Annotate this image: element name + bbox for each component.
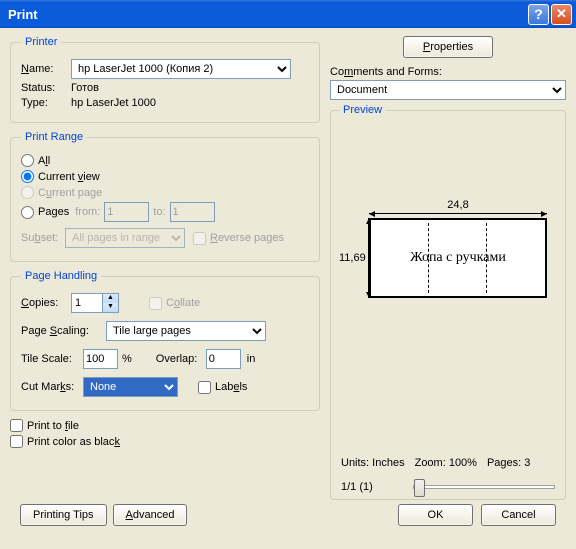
properties-button[interactable]: Properties	[403, 36, 493, 58]
page-handling-group: Page Handling Copies: ▲▼ Collate Page Sc…	[10, 270, 320, 411]
overlap-unit: in	[247, 353, 256, 365]
subset-select: All pages in range	[65, 228, 185, 248]
percent-label: %	[122, 353, 132, 365]
titlebar: Print ? ✕	[0, 0, 576, 28]
spinner-up-icon[interactable]: ▲	[103, 294, 118, 303]
overlap-input[interactable]	[206, 349, 241, 369]
collate-checkbox	[149, 297, 162, 310]
preview-page: Жопа с ручками	[369, 218, 547, 298]
ok-button[interactable]: OK	[398, 504, 473, 526]
comments-label: Comments and Forms:	[330, 66, 566, 78]
current-page-radio	[21, 186, 34, 199]
type-value: hp LaserJet 1000	[71, 97, 156, 109]
print-black-label: Print color as black	[27, 436, 120, 448]
from-input	[104, 202, 149, 222]
help-button[interactable]: ?	[528, 4, 549, 25]
collate-label: Collate	[166, 297, 200, 309]
page-counter: 1/1 (1)	[341, 481, 373, 493]
range-legend: Print Range	[21, 131, 87, 143]
handling-legend: Page Handling	[21, 270, 101, 282]
cut-marks-select[interactable]: None	[83, 377, 178, 397]
current-page-label: Current page	[38, 187, 102, 199]
tile-scale-label: Tile Scale:	[21, 353, 83, 365]
page-slider[interactable]	[413, 485, 555, 489]
copies-input[interactable]	[72, 295, 102, 311]
cut-marks-label: Cut Marks:	[21, 381, 83, 393]
print-range-group: Print Range All Current view Current pag…	[10, 131, 320, 262]
comments-select[interactable]: Document	[330, 80, 566, 100]
current-view-label: Current view	[38, 171, 100, 183]
all-radio[interactable]	[21, 154, 34, 167]
name-label: Name:	[21, 63, 71, 75]
print-to-file-label: Print to file	[27, 420, 79, 432]
reverse-checkbox	[193, 232, 206, 245]
units-label: Units: Inches	[341, 457, 405, 469]
all-label: All	[38, 155, 50, 167]
status-value: Готов	[71, 82, 99, 94]
printer-group: Printer Name: hp LaserJet 1000 (Копия 2)…	[10, 36, 320, 123]
scaling-select[interactable]: Tile large pages	[106, 321, 266, 341]
pages-radio[interactable]	[21, 206, 34, 219]
copies-spinner[interactable]: ▲▼	[71, 293, 119, 313]
tile-line-icon	[428, 223, 429, 293]
tile-scale-input[interactable]	[83, 349, 118, 369]
preview-diagram: 24,8 11,69 Жопа с ручками	[369, 199, 547, 298]
labels-label: Labels	[215, 381, 247, 393]
advanced-button[interactable]: Advanced	[113, 504, 188, 526]
pages-label: Pages	[38, 206, 69, 218]
zoom-label: Zoom: 100%	[415, 457, 477, 469]
width-arrow-icon	[369, 213, 547, 214]
print-to-file-checkbox[interactable]	[10, 419, 23, 432]
print-black-checkbox[interactable]	[10, 435, 23, 448]
preview-group: Preview 24,8 11,69 Жопа с ручками	[330, 110, 566, 500]
preview-height: 11,69	[339, 252, 366, 264]
subset-label: Subset:	[21, 232, 65, 244]
reverse-label: Reverse pages	[210, 232, 284, 244]
preview-content: Жопа с ручками	[410, 250, 506, 266]
window-title: Print	[4, 7, 526, 22]
current-view-radio[interactable]	[21, 170, 34, 183]
copies-label: Copies:	[21, 297, 71, 309]
printing-tips-button[interactable]: Printing Tips	[20, 504, 107, 526]
tile-line-icon	[486, 223, 487, 293]
preview-legend: Preview	[339, 104, 386, 116]
to-input	[170, 202, 215, 222]
printer-legend: Printer	[21, 36, 61, 48]
to-label: to:	[153, 206, 165, 218]
pages-count: Pages: 3	[487, 457, 530, 469]
close-button[interactable]: ✕	[551, 4, 572, 25]
type-label: Type:	[21, 97, 71, 109]
status-label: Status:	[21, 82, 71, 94]
scaling-label: Page Scaling:	[21, 325, 106, 337]
labels-checkbox[interactable]	[198, 381, 211, 394]
from-label: from:	[75, 206, 100, 218]
spinner-down-icon[interactable]: ▼	[103, 303, 118, 312]
slider-thumb-icon[interactable]	[414, 479, 425, 497]
preview-width: 24,8	[369, 199, 547, 211]
printer-name-select[interactable]: hp LaserJet 1000 (Копия 2)	[71, 59, 291, 79]
overlap-label: Overlap:	[156, 353, 206, 365]
cancel-button[interactable]: Cancel	[481, 504, 556, 526]
